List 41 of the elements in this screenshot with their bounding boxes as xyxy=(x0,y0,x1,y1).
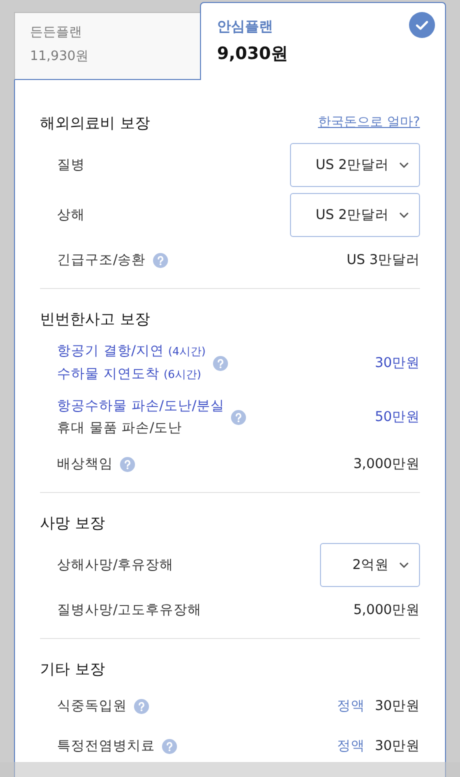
amount-value: 30만원 xyxy=(374,696,420,716)
item-label: 배상책임 xyxy=(57,455,113,474)
amount-value: 3,000만원 xyxy=(353,454,420,474)
item-label: 특정전염병치료 xyxy=(57,737,155,756)
item-label: 항공수하물 파손/도난/분실 xyxy=(57,397,224,416)
item-label: 식중독입원 xyxy=(57,697,127,716)
section-title: 빈번한사고 보장 xyxy=(40,309,150,330)
help-icon[interactable] xyxy=(152,252,168,268)
chevron-down-icon xyxy=(399,562,409,568)
fixed-amount-label: 정액 xyxy=(336,696,365,716)
item-label: 휴대 물품 파손/도난 xyxy=(57,419,184,438)
item-label: 항공기 결항/지연 (4시간) xyxy=(57,342,206,361)
item-label: 수하물 지연도착 (6시간) xyxy=(57,365,202,384)
item-label: 긴급구조/송환 xyxy=(57,251,146,270)
amount-value: US 3만달러 xyxy=(346,250,420,270)
amount-value: 30만원 xyxy=(374,354,420,373)
amount-value: 30만원 xyxy=(374,736,420,756)
amount-select[interactable]: US 2만달러 xyxy=(290,193,420,237)
currency-link[interactable]: 한국돈으로 얼마? xyxy=(318,113,420,133)
amount-select[interactable]: 2억원 xyxy=(320,543,420,587)
amount-select[interactable]: US 2만달러 xyxy=(290,143,420,187)
help-icon[interactable] xyxy=(134,698,149,714)
section-title: 사망 보장 xyxy=(40,513,105,534)
help-icon[interactable] xyxy=(120,456,135,472)
help-icon[interactable] xyxy=(212,356,228,370)
item-label: 상해사망/후유장해 xyxy=(57,556,174,575)
section-title: 기타 보장 xyxy=(40,659,105,680)
item-label: 상해 xyxy=(57,206,85,225)
help-icon[interactable] xyxy=(231,410,246,424)
section-title: 해외의료비 보장 xyxy=(40,113,150,134)
amount-value: 5,000만원 xyxy=(353,600,420,620)
item-label: 질병사망/고도후유장해 xyxy=(57,601,202,620)
fixed-amount-label: 정액 xyxy=(336,736,365,756)
check-icon xyxy=(409,12,435,38)
plan-tab[interactable]: 안심플랜 9,030원 xyxy=(200,2,446,80)
amount-value: 50만원 xyxy=(374,408,420,427)
chevron-down-icon xyxy=(399,212,409,218)
plan-tab[interactable]: 든든플랜 11,930원 xyxy=(14,12,200,80)
help-icon[interactable] xyxy=(162,738,177,754)
item-label: 질병 xyxy=(57,156,85,175)
chevron-down-icon xyxy=(399,162,409,168)
